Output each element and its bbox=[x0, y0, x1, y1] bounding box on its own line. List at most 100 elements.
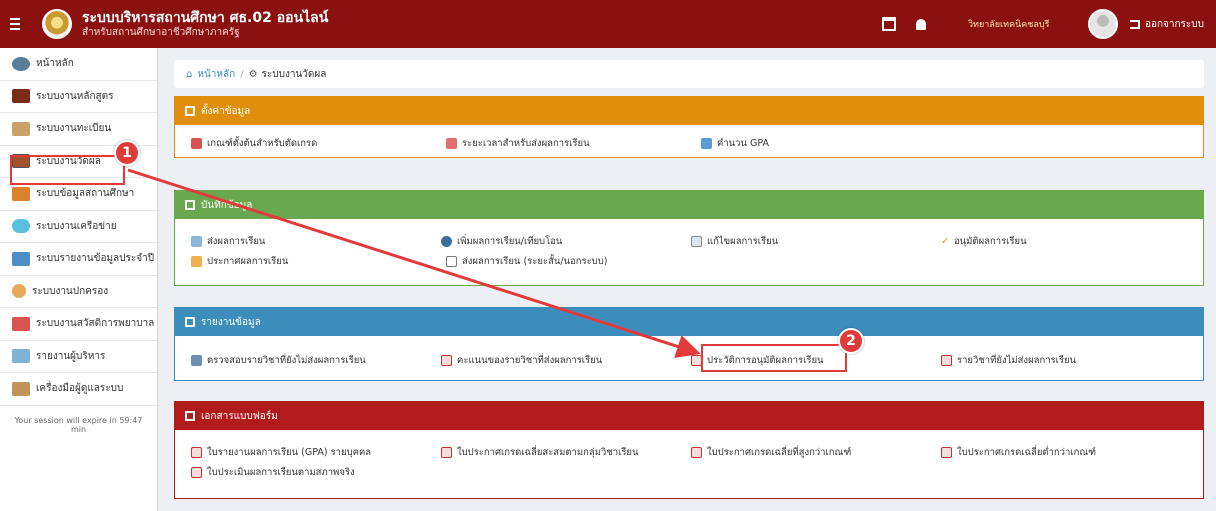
window-icon bbox=[691, 235, 702, 247]
logout-button[interactable]: ออกจากระบบ bbox=[1129, 17, 1204, 32]
calendar-icon[interactable] bbox=[881, 17, 896, 31]
link-label: ใบประกาศเกรดเฉลี่ยสะสมตามกลุ่มวิชาเรียน bbox=[457, 446, 639, 458]
sidebar-item-network[interactable]: ระบบงานเครือข่าย bbox=[0, 211, 157, 243]
person-icon bbox=[12, 284, 26, 299]
grade-criteria-link[interactable]: เกณฑ์ตั้งต้นสำหรับตัดเกรด bbox=[191, 136, 446, 151]
logout-label: ออกจากระบบ bbox=[1144, 18, 1204, 30]
satellite-icon bbox=[191, 235, 202, 247]
forms-panel-title: เอกสารแบบฟอร์ม bbox=[201, 410, 278, 422]
sidebar-item-label: ระบบงานทะเบียน bbox=[36, 123, 112, 135]
link-label: ประกาศผลการเรียน bbox=[207, 255, 289, 267]
gpa-below-criteria-link[interactable]: ใบประกาศเกรดเฉลี่ยต่ำกว่าเกณฑ์ bbox=[941, 445, 1191, 460]
gpa-report-link[interactable]: ใบรายงานผลการเรียน (GPA) รายบุคคล bbox=[191, 445, 441, 460]
settings-panel: ตั้งค่าข้อมูล เกณฑ์ตั้งต้นสำหรับตัดเกรด … bbox=[174, 96, 1204, 158]
link-label: ส่งผลการเรียน (ระยะสั้น/นอกระบบ) bbox=[462, 255, 608, 267]
bell-icon[interactable] bbox=[915, 18, 926, 30]
pdf-icon bbox=[941, 446, 952, 458]
institution-logo bbox=[42, 9, 72, 39]
file-icon bbox=[185, 411, 195, 421]
breadcrumb-home[interactable]: หน้าหลัก bbox=[197, 67, 235, 82]
menu-toggle-icon[interactable] bbox=[10, 18, 32, 30]
submission-period-link[interactable]: ระยะเวลาสำหรับส่งผลการเรียน bbox=[446, 136, 701, 151]
edit-grades-link[interactable]: แก้ไขผลการเรียน bbox=[691, 234, 941, 249]
home-icon bbox=[12, 56, 30, 71]
sidebar-item-label: รายงานผู้บริหาร bbox=[36, 350, 106, 362]
record-panel: บันทึกข้อมูล ส่งผลการเรียน เพิ่มผลการเรี… bbox=[174, 190, 1204, 286]
book-icon bbox=[12, 89, 30, 104]
pdf-icon bbox=[441, 354, 452, 366]
unsubmitted-courses-link[interactable]: รายวิชาที่ยังไม่ส่งผลการเรียน bbox=[941, 353, 1191, 368]
pdf-icon bbox=[191, 446, 202, 458]
sidebar-item-label: ระบบงานหลักสูตร bbox=[36, 90, 114, 102]
institution-name[interactable]: วิทยาลัยเทคนิคชลบุรี bbox=[968, 17, 1088, 31]
report-icon bbox=[12, 251, 30, 266]
checkmark-icon: ✓ bbox=[941, 235, 949, 247]
users-icon bbox=[12, 381, 30, 396]
gpa-above-criteria-link[interactable]: ใบประกาศเกรดเฉลี่ยที่สูงกว่าเกณฑ์ bbox=[691, 445, 941, 460]
record-panel-title: บันทึกข้อมูล bbox=[201, 199, 253, 211]
gears-icon: ⚙ bbox=[248, 68, 258, 80]
sidebar-item-home[interactable]: หน้าหลัก bbox=[0, 48, 157, 81]
home-icon: ⌂ bbox=[186, 68, 193, 80]
sidebar-item-label: ระบบรายงานข้อมูลประจำปี bbox=[36, 253, 155, 265]
link-label: รายวิชาที่ยังไม่ส่งผลการเรียน bbox=[957, 354, 1077, 366]
link-label: ใบประกาศเกรดเฉลี่ยที่สูงกว่าเกณฑ์ bbox=[707, 446, 852, 458]
reports-panel-header: รายงานข้อมูล bbox=[175, 308, 1203, 336]
sidebar-item-label: ระบบงานสวัสดิการพยาบาล bbox=[36, 318, 155, 330]
callout-step-1: 1 bbox=[114, 140, 140, 166]
medkit-icon bbox=[12, 316, 30, 331]
top-header: ระบบบริหารสถานศึกษา ศธ.02 ออนไลน์ สำหรับ… bbox=[0, 0, 1216, 48]
approve-grades-link[interactable]: ✓ อนุมัติผลการเรียน bbox=[941, 234, 1191, 249]
school-icon bbox=[12, 186, 30, 201]
pdf-icon bbox=[941, 354, 952, 366]
cumulative-gpa-group-link[interactable]: ใบประกาศเกรดเฉลี่ยสะสมตามกลุ่มวิชาเรียน bbox=[441, 445, 691, 460]
header-right: วิทยาลัยเทคนิคชลบุรี ออกจากระบบ bbox=[874, 0, 1216, 48]
app-title: ระบบบริหารสถานศึกษา ศธ.02 ออนไลน์ bbox=[82, 9, 329, 26]
link-label: เพิ่มผลการเรียน/เทียบโอน bbox=[457, 235, 563, 247]
link-label: ตรวจสอบรายวิชาที่ยังไม่ส่งผลการเรียน bbox=[207, 354, 366, 366]
sidebar-item-label: เครื่องมือผู้ดูแลระบบ bbox=[36, 383, 124, 395]
link-label: ระยะเวลาสำหรับส่งผลการเรียน bbox=[462, 137, 590, 149]
link-label: คำนวน GPA bbox=[717, 137, 770, 149]
reports-panel-title: รายงานข้อมูล bbox=[201, 316, 261, 328]
pdf-icon bbox=[441, 446, 452, 458]
forms-panel: เอกสารแบบฟอร์ม ใบรายงานผลการเรียน (GPA) … bbox=[174, 401, 1204, 499]
app-subtitle: สำหรับสถานศึกษาอาชีวศึกษาภาครัฐ bbox=[82, 26, 240, 38]
students-icon bbox=[12, 121, 30, 136]
sidebar-item-curriculum[interactable]: ระบบงานหลักสูตร bbox=[0, 81, 157, 113]
sidebar-item-annual-report[interactable]: ระบบรายงานข้อมูลประจำปี bbox=[0, 243, 157, 276]
add-grades-transfer-link[interactable]: เพิ่มผลการเรียน/เทียบโอน bbox=[441, 234, 691, 249]
avatar[interactable] bbox=[1087, 9, 1118, 39]
sidebar-item-welfare[interactable]: ระบบงานสวัสดิการพยาบาล bbox=[0, 308, 157, 341]
announce-icon bbox=[191, 255, 202, 267]
link-label: ใบรายงานผลการเรียน (GPA) รายบุคคล bbox=[207, 446, 372, 458]
announce-grades-link[interactable]: ประกาศผลการเรียน bbox=[191, 254, 446, 269]
sidebar-item-registration[interactable]: ระบบงานทะเบียน bbox=[0, 113, 157, 146]
link-label: อนุมัติผลการเรียน bbox=[953, 235, 1027, 247]
submit-grades-link[interactable]: ส่งผลการเรียน bbox=[191, 234, 441, 249]
sidebar-item-executive-report[interactable]: รายงานผู้บริหาร bbox=[0, 341, 157, 373]
submit-short-course-link[interactable]: ส่งผลการเรียน (ระยะสั้น/นอกระบบ) bbox=[446, 254, 746, 269]
submitted-scores-link[interactable]: คะแนนของรายวิชาที่ส่งผลการเรียน bbox=[441, 353, 691, 368]
user-add-icon bbox=[441, 235, 452, 247]
bar-chart-icon bbox=[185, 317, 195, 327]
link-label: ส่งผลการเรียน bbox=[207, 235, 266, 247]
breadcrumb-separator: / bbox=[240, 68, 244, 80]
sidebar-item-label: ระบบข้อมูลสถานศึกษา bbox=[36, 188, 135, 200]
brand: ระบบบริหารสถานศึกษา ศธ.02 ออนไลน์ สำหรับ… bbox=[82, 10, 328, 39]
calculate-gpa-link[interactable]: คำนวน GPA bbox=[701, 136, 956, 151]
record-panel-header: บันทึกข้อมูล bbox=[175, 191, 1203, 219]
link-label: คะแนนของรายวิชาที่ส่งผลการเรียน bbox=[457, 354, 603, 366]
pdf-icon bbox=[691, 446, 702, 458]
document-icon bbox=[446, 255, 457, 267]
session-timer: Your session will expire in 59:47 min bbox=[14, 415, 143, 434]
sidebar-item-admin-tools[interactable]: เครื่องมือผู้ดูแลระบบ bbox=[0, 373, 157, 406]
breadcrumb: ⌂ หน้าหลัก / ⚙ ระบบงานวัดผล bbox=[174, 60, 1204, 88]
link-label: แก้ไขผลการเรียน bbox=[707, 235, 779, 247]
sidebar-item-discipline[interactable]: ระบบงานปกครอง bbox=[0, 276, 157, 308]
authentic-assessment-link[interactable]: ใบประเมินผลการเรียนตามสภาพจริง bbox=[191, 465, 446, 480]
check-unsubmitted-link[interactable]: ตรวจสอบรายวิชาที่ยังไม่ส่งผลการเรียน bbox=[191, 353, 441, 368]
forms-panel-header: เอกสารแบบฟอร์ม bbox=[175, 402, 1203, 430]
sidebar-highlight-annotation bbox=[10, 155, 125, 185]
database-icon bbox=[185, 106, 195, 116]
